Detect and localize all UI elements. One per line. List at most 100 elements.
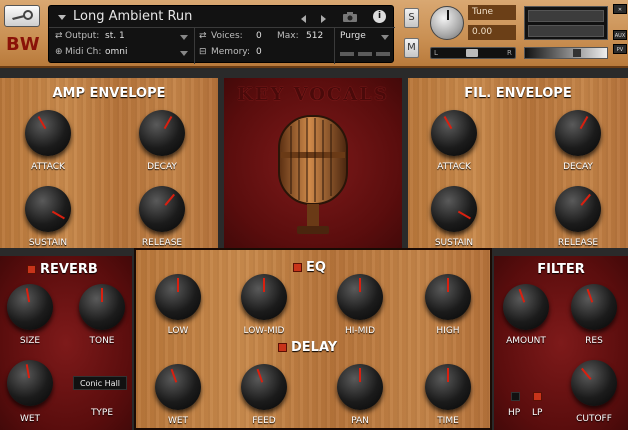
delay-pan-control[interactable]: PAN — [330, 361, 390, 426]
eq-title: EQ — [306, 260, 326, 275]
camera-icon[interactable] — [343, 12, 357, 22]
fil-sustain-knob[interactable] — [428, 183, 480, 235]
next-instrument-icon[interactable] — [321, 15, 326, 23]
amp-release-knob[interactable] — [136, 183, 188, 235]
delay-wet-label: WET — [167, 416, 189, 426]
tune-value[interactable]: 0.00 — [468, 25, 516, 40]
delay-pan-label: PAN — [351, 416, 369, 426]
reverb-type-display[interactable]: Conic Hall — [73, 376, 127, 390]
wrench-icon — [12, 10, 33, 20]
midi-channel-label: Midi Ch: — [65, 47, 102, 57]
reverb-type-label: TYPE — [90, 408, 114, 418]
reverb-tone-control[interactable]: TONE — [72, 281, 132, 346]
pv-button[interactable]: PV — [613, 44, 627, 54]
eq-low-knob[interactable] — [152, 271, 204, 323]
amp-sustain-knob[interactable] — [22, 183, 74, 235]
eq-enable-led[interactable] — [293, 263, 302, 272]
close-button[interactable]: ✕ — [613, 4, 627, 14]
delay-time-label: TIME — [437, 416, 459, 426]
reverb-tone-knob[interactable] — [76, 281, 128, 333]
reverb-enable-led[interactable] — [27, 265, 36, 274]
eq-hi-mid-knob[interactable] — [334, 271, 386, 323]
amp-decay-control[interactable]: DECAY — [132, 107, 192, 172]
midi-channel-value[interactable]: omni — [105, 47, 127, 57]
purge-button[interactable]: Purge — [340, 31, 366, 41]
voices-label: Voices: — [211, 31, 243, 41]
filter-lp-led[interactable] — [533, 392, 542, 401]
eq-hi-mid-label: HI-MID — [344, 326, 376, 336]
eq-high-knob[interactable] — [422, 271, 474, 323]
filter-cutoff-label: CUTOFF — [576, 414, 612, 424]
reverb-panel: REVERB SIZE TONE WET TYPE — [0, 256, 132, 430]
tune-knob[interactable] — [430, 6, 464, 40]
output-icon: ⇄ — [55, 31, 63, 41]
fil-attack-control[interactable]: ATTACK — [424, 107, 484, 172]
fil-decay-knob[interactable] — [552, 107, 604, 159]
delay-time-knob[interactable] — [422, 361, 474, 413]
eq-low-control[interactable]: LOW — [148, 271, 208, 336]
delay-enable-led[interactable] — [278, 343, 287, 352]
amp-envelope-title: AMP ENVELOPE — [52, 86, 166, 101]
pan-slider[interactable]: L R — [430, 47, 516, 59]
purge-indicator — [358, 52, 372, 56]
output-value[interactable]: st. 1 — [105, 31, 125, 41]
brand-logo: BW — [6, 34, 41, 55]
amp-decay-knob[interactable] — [136, 107, 188, 159]
volume-slider[interactable] — [524, 47, 608, 59]
amp-attack-knob[interactable] — [22, 107, 74, 159]
amp-sustain-control[interactable]: SUSTAIN — [18, 183, 78, 248]
filter-amount-control[interactable]: AMOUNT — [496, 281, 556, 346]
instrument-name[interactable]: Long Ambient Run — [73, 9, 192, 24]
reverb-wet-knob[interactable] — [4, 357, 56, 409]
fil-release-knob[interactable] — [552, 183, 604, 235]
eq-high-label: HIGH — [436, 326, 460, 336]
filter-res-control[interactable]: RES — [564, 281, 624, 346]
prev-instrument-icon[interactable] — [301, 15, 306, 23]
amp-envelope-panel: AMP ENVELOPE ATTACK DECAY SUSTAIN RELEAS… — [0, 78, 218, 248]
aux-button[interactable]: AUX — [613, 30, 627, 40]
microphone-icon — [278, 115, 348, 234]
fil-sustain-control[interactable]: SUSTAIN — [424, 183, 484, 248]
fil-sustain-label: SUSTAIN — [434, 238, 474, 248]
reverb-size-control[interactable]: SIZE — [0, 281, 60, 346]
reverb-wet-control[interactable]: WET — [0, 357, 60, 424]
eq-low-mid-control[interactable]: LOW-MID — [234, 271, 294, 336]
fil-release-control[interactable]: RELEASE — [548, 183, 608, 248]
filter-envelope-title: FIL. ENVELOPE — [464, 86, 572, 101]
output-label: Output: — [65, 31, 100, 41]
eq-high-control[interactable]: HIGH — [418, 271, 478, 336]
amp-release-control[interactable]: RELEASE — [132, 183, 192, 248]
delay-time-control[interactable]: TIME — [418, 361, 478, 426]
filter-amount-knob[interactable] — [500, 281, 552, 333]
instrument-menu-icon[interactable] — [58, 15, 66, 20]
amp-attack-control[interactable]: ATTACK — [18, 107, 78, 172]
eq-low-mid-knob[interactable] — [238, 271, 290, 323]
delay-wet-control[interactable]: WET — [148, 361, 208, 426]
filter-lp-label: LP — [532, 408, 543, 418]
mute-button[interactable]: M — [404, 38, 419, 58]
filter-cutoff-knob[interactable] — [568, 357, 620, 409]
info-icon[interactable]: i — [373, 10, 386, 23]
filter-cutoff-control[interactable]: CUTOFF — [564, 357, 624, 424]
max-voices-value[interactable]: 512 — [306, 31, 323, 41]
volume-handle[interactable] — [573, 49, 581, 57]
purge-dropdown-icon[interactable] — [381, 35, 389, 40]
delay-wet-knob[interactable] — [152, 361, 204, 413]
reverb-size-knob[interactable] — [4, 281, 56, 333]
fil-attack-knob[interactable] — [428, 107, 480, 159]
filter-res-knob[interactable] — [568, 281, 620, 333]
delay-pan-knob[interactable] — [334, 361, 386, 413]
settings-wrench-button[interactable] — [4, 5, 40, 27]
pan-handle[interactable] — [466, 49, 478, 57]
filter-hp-led[interactable] — [511, 392, 520, 401]
midi-dropdown-icon[interactable] — [180, 51, 188, 56]
delay-feed-label: FEED — [252, 416, 276, 426]
solo-button[interactable]: S — [404, 8, 419, 28]
output-dropdown-icon[interactable] — [180, 35, 188, 40]
fil-decay-control[interactable]: DECAY — [548, 107, 608, 172]
meter-right-bar — [528, 25, 604, 37]
delay-feed-control[interactable]: FEED — [234, 361, 294, 426]
eq-hi-mid-control[interactable]: HI-MID — [330, 271, 390, 336]
delay-feed-knob[interactable] — [238, 361, 290, 413]
voices-icon: ⇄ — [199, 31, 207, 41]
